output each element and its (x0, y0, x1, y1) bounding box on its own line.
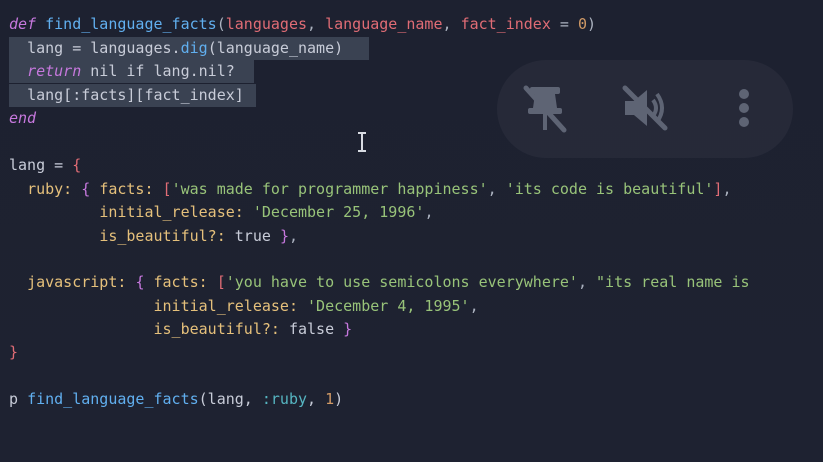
symbol-literal: :ruby (261, 390, 308, 408)
string-literal: 'you have to use semicolons everywhere' (225, 273, 578, 291)
more-vertical-icon[interactable] (735, 88, 753, 134)
param-fact-index: fact_index (460, 15, 551, 33)
code-line-6: lang = { (9, 154, 81, 177)
code-text: lang[:facts][fact_index] (27, 86, 244, 104)
boolean-literal: false (288, 320, 335, 338)
code-text: (lang, (198, 390, 262, 408)
code-text: p (9, 390, 19, 408)
hash-key: facts: (153, 273, 208, 291)
brace: { (72, 156, 82, 174)
param-languages: languages (225, 15, 308, 33)
boolean-literal: true (234, 227, 271, 245)
param-language-name: language_name (325, 15, 443, 33)
code-text: lang = languages. (27, 39, 181, 57)
mute-icon[interactable] (621, 84, 669, 136)
hash-key: ruby: (27, 180, 73, 198)
keyword-return: return (27, 62, 82, 80)
string-literal: 'December 4, 1995' (307, 297, 470, 315)
hash-key: facts: (99, 180, 154, 198)
brace: } (9, 343, 19, 361)
number-literal: 0 (577, 15, 587, 33)
hash-key: is_beautiful?: (99, 227, 226, 245)
number-literal: 1 (325, 390, 335, 408)
hash-key: initial_release: (153, 297, 299, 315)
operator: = (559, 15, 569, 33)
string-literal: 'its code is beautiful' (505, 180, 714, 198)
keyword-def: def (9, 15, 37, 33)
function-call: find_language_facts (27, 390, 199, 408)
code-text: , (307, 390, 326, 408)
code-line-9: is_beautiful?: true }, (99, 227, 298, 245)
hash-key: initial_release: (99, 203, 244, 221)
code-line-3: return nil if lang.nil? (9, 60, 235, 83)
code-line-5: end (9, 107, 36, 130)
code-text: lang = (9, 156, 73, 174)
code-line-13: } (9, 341, 18, 364)
string-literal: 'December 25, 1996' (252, 203, 425, 221)
hash-key: is_beautiful?: (153, 320, 280, 338)
method-name: dig (180, 39, 208, 57)
function-name: find_language_facts (45, 15, 217, 33)
code-text: nil (90, 62, 118, 80)
code-line-14: p find_language_facts(lang, :ruby, 1) (9, 388, 343, 411)
string-literal: "its real name is (596, 273, 750, 291)
unpin-icon[interactable] (522, 84, 568, 138)
code-line-11: initial_release: 'December 4, 1995', (153, 297, 479, 315)
code-line-10: javascript: { facts: ['you have to use s… (27, 273, 750, 291)
code-text: ) (334, 390, 344, 408)
code-line-1: def find_language_facts(languages, langu… (9, 15, 597, 33)
string-literal: 'was made for programmer happiness' (171, 180, 488, 198)
keyword-end: end (9, 109, 37, 127)
code-text: (language_name) (207, 39, 344, 57)
code-line-4: lang[:facts][fact_index] (9, 84, 244, 107)
code-line-7: ruby: { facts: ['was made for programmer… (27, 180, 732, 198)
code-line-2: lang = languages.dig(language_name) (9, 37, 343, 60)
code-text: if (126, 62, 145, 80)
code-line-8: initial_release: 'December 25, 1996', (99, 203, 434, 221)
hash-key: javascript: (27, 273, 127, 291)
code-line-12: is_beautiful?: false } (153, 320, 353, 338)
code-text: lang.nil? (153, 62, 235, 80)
text-cursor-icon (358, 132, 366, 152)
